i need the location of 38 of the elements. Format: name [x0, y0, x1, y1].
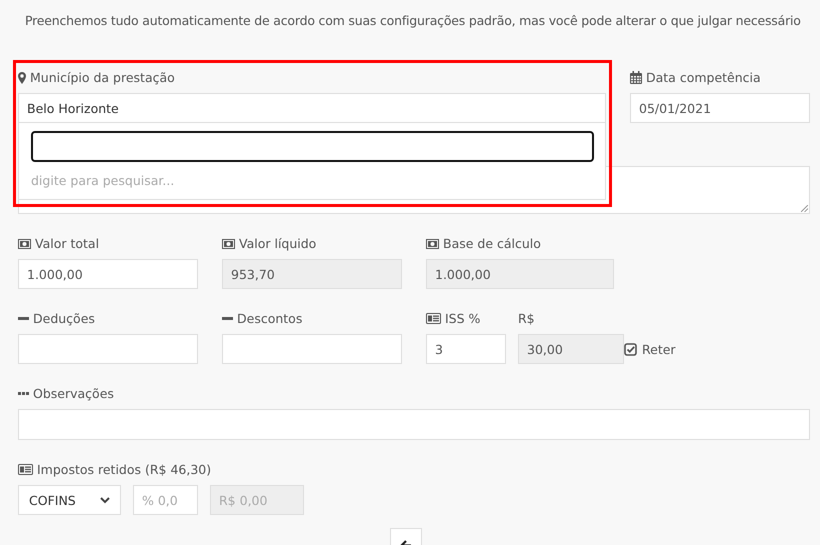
field-label: Valor líquido [239, 236, 316, 251]
search-hint: digite para pesquisar... [30, 172, 176, 188]
field-label: Impostos retidos (R$ 46,30) [37, 462, 212, 477]
field-label: Deduções [33, 311, 95, 326]
resize-grip-icon [801, 205, 808, 212]
field-label: R$ [518, 311, 535, 326]
amount-field[interactable]: 30,00 [518, 334, 624, 364]
field-label: Data competência [646, 70, 761, 85]
amount-field[interactable] [18, 334, 198, 364]
chevron-down-icon [100, 496, 110, 504]
id-card-icon [426, 313, 441, 324]
amount-field[interactable]: 1.000,00 [18, 259, 198, 289]
tax-select[interactable]: COFINS [18, 485, 121, 515]
search-field[interactable] [31, 131, 594, 162]
minus-icon [18, 317, 29, 320]
map-pin-icon [18, 72, 26, 84]
minus-icon [222, 317, 233, 320]
calendar-icon [630, 71, 642, 84]
id-card-icon [18, 464, 33, 475]
intro-text: Preenchemos tudo automaticamente de acordo com suas configurações padrão, mas você pode alterar o que julgar necessário [24, 12, 802, 30]
field-label: Observações [33, 386, 114, 401]
percent-field[interactable]: 3 [426, 334, 506, 364]
amount-field[interactable] [222, 334, 402, 364]
field-label: Valor total [35, 236, 100, 251]
notes-field[interactable] [18, 409, 810, 440]
date-field[interactable]: 05/01/2021 [630, 93, 810, 123]
checkbox-label: Reter [642, 342, 676, 356]
field-label: Descontos [237, 311, 302, 326]
banknote-icon [222, 238, 235, 248]
field-label: Município da prestação [30, 70, 175, 85]
selected-option[interactable]: Belo Horizonte [19, 94, 605, 123]
field-label: Base de cálculo [443, 236, 541, 251]
field-label: ISS % [445, 311, 480, 326]
percent-field[interactable]: % 0,0 [133, 485, 198, 515]
banknote-icon [426, 238, 439, 248]
checkbox[interactable] [624, 342, 637, 356]
banknote-icon [18, 238, 31, 248]
ellipsis-icon [18, 392, 29, 395]
